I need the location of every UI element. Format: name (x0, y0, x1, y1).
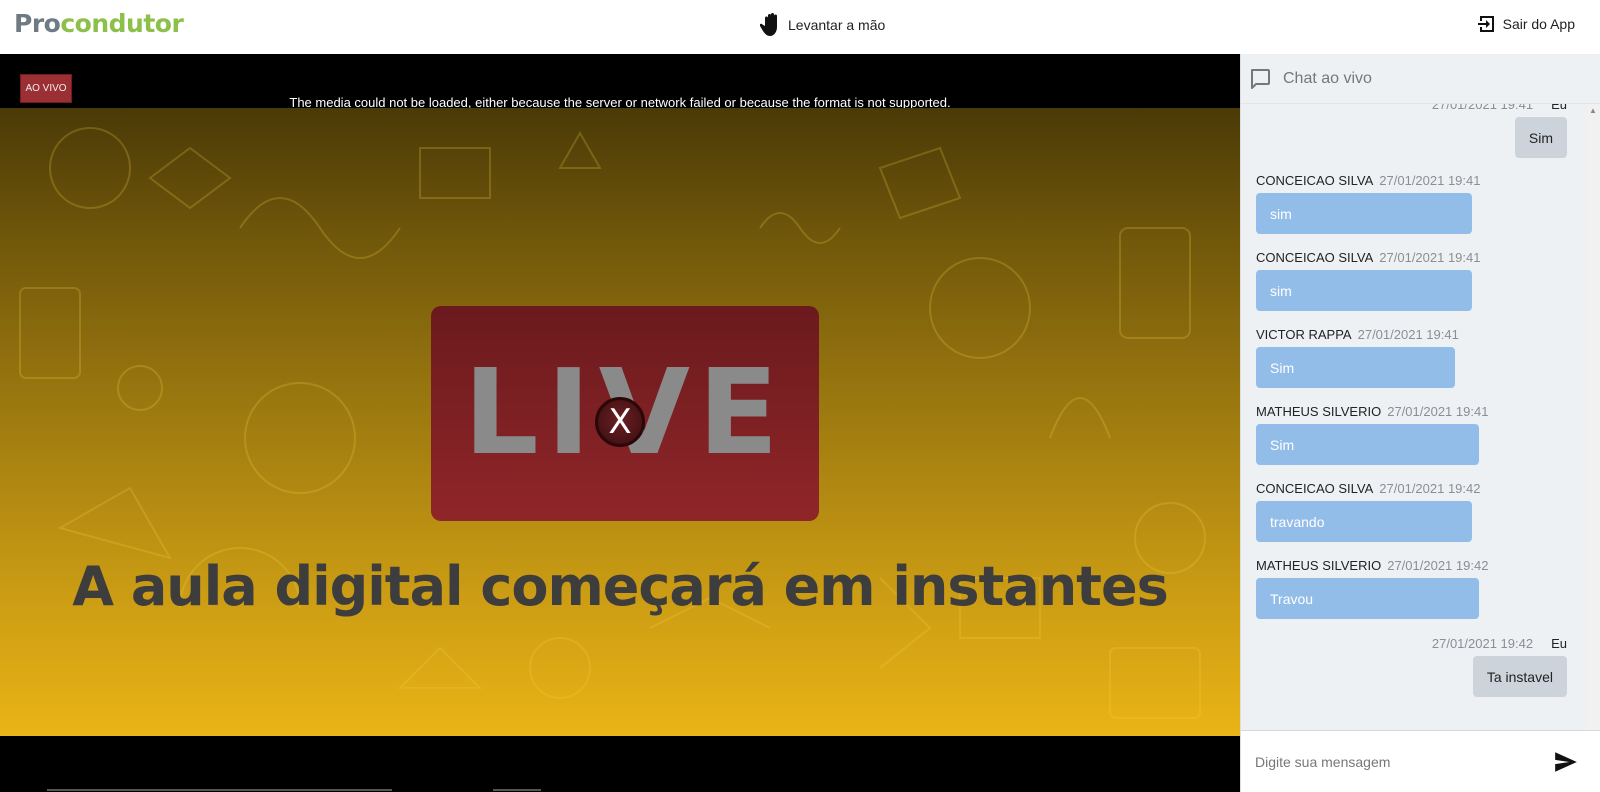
message-time: 27/01/2021 19:41 (1379, 173, 1481, 188)
message-author: CONCEICAO SILVA (1256, 481, 1374, 496)
message-bubble: travando (1256, 501, 1472, 542)
chat-message: VICTOR RAPPA 27/01/2021 19:41 Sim (1256, 327, 1586, 388)
message-time: 27/01/2021 19:42 (1379, 481, 1481, 496)
message-author: Eu (1551, 104, 1567, 112)
poster-headline: A aula digital começará em instantes (72, 555, 1169, 618)
video-player[interactable]: AO VIVO The media could not be loaded, e… (0, 54, 1240, 792)
chat-message-input[interactable] (1255, 753, 1545, 770)
chat-message: 27/01/2021 19:42 Eu Ta instavel (1432, 636, 1567, 697)
chat-message: MATHEUS SILVERIO 27/01/2021 19:41 Sim (1256, 404, 1586, 465)
chat-message: CONCEICAO SILVA 27/01/2021 19:41 sim (1256, 250, 1586, 311)
chat-message-list[interactable]: 27/01/2021 19:41 Eu Sim CONCEICAO SILVA 27… (1241, 104, 1587, 732)
chat-scrollbar[interactable]: ▲ ▼ (1586, 104, 1600, 782)
chat-message-partial: 27/01/2021 19:41 Eu (1432, 104, 1567, 112)
message-time: 27/01/2021 19:41 (1379, 250, 1481, 265)
message-author: CONCEICAO SILVA (1256, 250, 1374, 265)
chat-message: CONCEICAO SILVA 27/01/2021 19:42 travando (1256, 481, 1586, 542)
logo-text-pro: Pro (14, 9, 61, 38)
scroll-up-arrow-icon[interactable]: ▲ (1589, 106, 1597, 115)
chat-composer (1241, 730, 1600, 792)
chat-header: Chat ao vivo (1241, 54, 1600, 104)
chat-message: Sim (1514, 117, 1567, 158)
logo-text-condutor: condutor (60, 9, 184, 38)
exit-icon (1477, 16, 1494, 32)
hand-icon (760, 13, 777, 36)
raise-hand-button[interactable]: Levantar a mão (760, 12, 885, 38)
chat-bubble-icon (1251, 68, 1270, 89)
send-icon[interactable] (1553, 749, 1579, 775)
message-bubble: Sim (1256, 347, 1455, 388)
message-bubble: Travou (1256, 578, 1479, 619)
message-author: VICTOR RAPPA (1256, 327, 1352, 342)
message-author: MATHEUS SILVERIO (1256, 404, 1382, 419)
message-bubble: Sim (1256, 424, 1479, 465)
message-time: 27/01/2021 19:41 (1357, 327, 1459, 342)
proconductor-logo[interactable]: Procondutor (14, 9, 184, 38)
message-time: 27/01/2021 19:42 (1387, 558, 1489, 573)
exit-app-button[interactable]: Sair do App (1477, 14, 1575, 34)
video-progress-bar[interactable] (47, 789, 392, 791)
live-chat-panel: Chat ao vivo 27/01/2021 19:41 Eu Sim CONC… (1240, 54, 1600, 792)
chat-message: CONCEICAO SILVA 27/01/2021 19:41 sim (1256, 173, 1586, 234)
chat-title: Chat ao vivo (1283, 69, 1372, 87)
message-author: Eu (1551, 636, 1567, 651)
chat-message: MATHEUS SILVERIO 27/01/2021 19:42 Travou (1256, 558, 1586, 619)
message-bubble: sim (1256, 270, 1472, 311)
close-icon[interactable]: X (595, 397, 645, 447)
message-author: CONCEICAO SILVA (1256, 173, 1374, 188)
message-bubble: Ta instavel (1472, 656, 1567, 697)
message-author: MATHEUS SILVERIO (1256, 558, 1382, 573)
video-volume-bar[interactable] (493, 789, 541, 791)
exit-app-label: Sair do App (1502, 16, 1575, 32)
message-time: 27/01/2021 19:41 (1431, 104, 1534, 112)
top-bar: Procondutor Levantar a mão Sair do App (0, 0, 1600, 54)
message-time: 27/01/2021 19:41 (1387, 404, 1489, 419)
message-time: 27/01/2021 19:42 (1431, 636, 1534, 651)
message-bubble: sim (1256, 193, 1472, 234)
raise-hand-label: Levantar a mão (788, 17, 886, 33)
message-bubble: Sim (1514, 117, 1567, 158)
